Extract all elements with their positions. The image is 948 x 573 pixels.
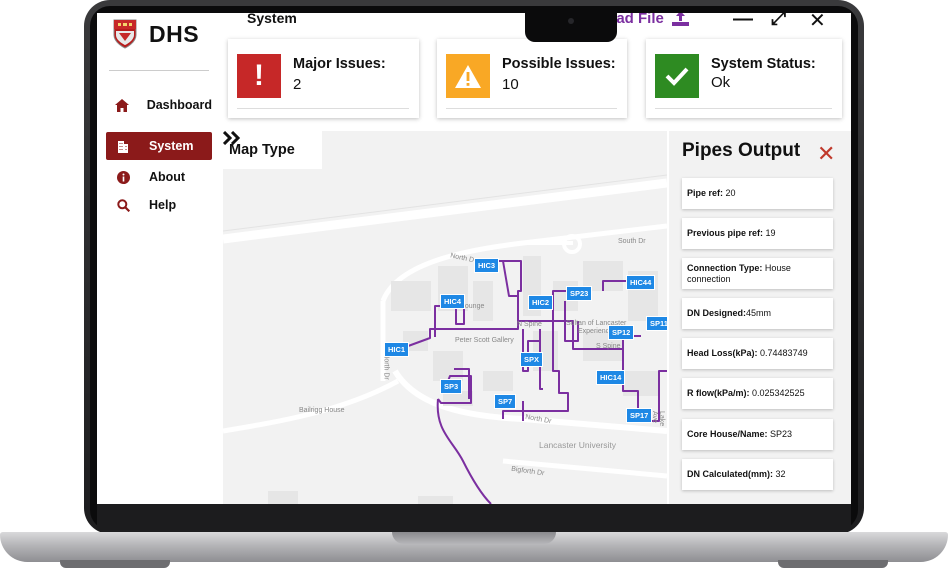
pipes-output-title: Pipes Output bbox=[682, 140, 801, 161]
card-divider bbox=[655, 108, 832, 109]
pipe-field-label: R flow(kPa/m): bbox=[687, 388, 750, 398]
pipe-field-value: 20 bbox=[723, 188, 736, 198]
network-map[interactable]: Map Type South Dr North Dr Lounge N Spin… bbox=[223, 131, 667, 504]
map-node-sp11[interactable]: SP11 bbox=[646, 316, 667, 331]
card-divider bbox=[446, 108, 617, 109]
map-node-hic4[interactable]: HIC4 bbox=[440, 294, 466, 309]
card-divider bbox=[237, 108, 409, 109]
map-node-hic44[interactable]: HIC44 bbox=[626, 275, 656, 290]
pipe-field-value: 19 bbox=[763, 228, 776, 238]
pipe-field-label: DN Calculated(mm): bbox=[687, 469, 774, 479]
map-label: Lancaster University bbox=[539, 440, 617, 450]
map-node-sp12[interactable]: SP12 bbox=[608, 325, 635, 340]
app-screen: DHS Dashboard System About Help System U… bbox=[97, 13, 851, 504]
sidebar: DHS Dashboard System About Help bbox=[97, 13, 223, 504]
error-icon: ! bbox=[237, 54, 281, 98]
map-node-hic1[interactable]: HIC1 bbox=[384, 342, 410, 357]
map-label: Peter Scott Gallery bbox=[455, 337, 514, 344]
map-node-sp17[interactable]: SP17 bbox=[626, 408, 653, 423]
sidebar-item-label: About bbox=[149, 170, 186, 184]
pipe-output-row: DN Calculated(mm): 32 bbox=[682, 459, 833, 490]
page-title: System bbox=[247, 13, 297, 26]
sidebar-item-help[interactable]: Help bbox=[106, 191, 212, 219]
minimize-button[interactable]: — bbox=[733, 13, 753, 31]
map-label: North Dr bbox=[382, 353, 390, 380]
sidebar-divider bbox=[109, 70, 209, 71]
camera-dot bbox=[568, 18, 574, 24]
pipe-output-row: DN Designed:45mm bbox=[682, 298, 833, 329]
possible-issues-value: 10 bbox=[502, 76, 519, 93]
pipe-field-label: Connection Type: bbox=[687, 262, 763, 273]
pipe-output-row: Previous pipe ref: 19 bbox=[682, 218, 833, 249]
map-label: N Spine bbox=[517, 321, 542, 328]
possible-issues-title: Possible Issues: bbox=[502, 56, 616, 72]
system-status-value: Ok bbox=[711, 74, 731, 91]
map-node-hic14[interactable]: HIC14 bbox=[596, 370, 626, 385]
search-icon bbox=[114, 198, 132, 212]
pipe-output-row: Connection Type: House connection bbox=[682, 258, 833, 289]
pipe-field-label: Previous pipe ref: bbox=[687, 228, 764, 238]
major-issues-value: 2 bbox=[293, 76, 302, 93]
possible-issues-card: Possible Issues: 10 bbox=[437, 39, 627, 118]
pipe-field-value: 45mm bbox=[746, 308, 772, 318]
pipes-output-panel: Pipes Output ✕ Pipe ref: 20 Previous pip… bbox=[669, 131, 851, 504]
major-issues-card: ! Major Issues: 2 bbox=[228, 39, 419, 118]
map-node-sp23[interactable]: SP23 bbox=[566, 286, 593, 301]
sidebar-item-label: Help bbox=[149, 198, 177, 212]
laptop-hinge-notch bbox=[392, 532, 556, 544]
map-label: S Spine bbox=[596, 343, 621, 350]
pipe-output-row: Core House/Name: SP23 bbox=[682, 419, 833, 450]
map-label: South Dr bbox=[618, 238, 646, 245]
major-issues-title: Major Issues: bbox=[293, 56, 386, 72]
map-node-hic2[interactable]: HIC2 bbox=[528, 295, 554, 310]
pipe-field-label: Core House/Name: bbox=[687, 429, 768, 439]
laptop-foot-right bbox=[778, 560, 888, 568]
warning-icon bbox=[446, 54, 490, 98]
map-label: Lake Ave bbox=[651, 411, 665, 427]
system-status-title: System Status: bbox=[711, 56, 816, 72]
map-type-button[interactable]: Map Type bbox=[223, 131, 322, 169]
camera-notch bbox=[525, 13, 617, 42]
crest-icon bbox=[113, 19, 137, 49]
sidebar-item-system[interactable]: System bbox=[106, 132, 212, 160]
info-icon bbox=[114, 170, 132, 184]
map-node-sp3[interactable]: SP3 bbox=[440, 379, 463, 394]
laptop-chin bbox=[97, 504, 851, 530]
upload-icon bbox=[671, 13, 689, 26]
double-chevron-right-icon bbox=[223, 131, 241, 145]
pipe-field-label: DN Designed: bbox=[687, 308, 747, 318]
pipe-output-row: R flow(kPa/m): 0.025342525 bbox=[682, 378, 833, 409]
pipe-output-row: Head Loss(kPa): 0.74483749 bbox=[682, 338, 833, 369]
pipe-output-row: Pipe ref: 20 bbox=[682, 178, 833, 209]
map-node-spx[interactable]: SPX bbox=[520, 352, 544, 367]
system-status-card: System Status: Ok bbox=[646, 39, 842, 118]
logo[interactable]: DHS bbox=[113, 19, 199, 49]
sidebar-item-label: System bbox=[149, 139, 194, 153]
building-icon bbox=[114, 139, 132, 153]
sidebar-item-label: Dashboard bbox=[146, 98, 212, 112]
close-panel-button[interactable]: ✕ bbox=[817, 141, 835, 167]
home-icon bbox=[114, 98, 130, 112]
pipe-field-value: 0.025342525 bbox=[749, 388, 805, 398]
map-node-sp7[interactable]: SP7 bbox=[494, 394, 517, 409]
logo-text: DHS bbox=[149, 20, 200, 47]
pipe-field-label: Pipe ref: bbox=[687, 188, 724, 198]
close-window-button[interactable]: ✕ bbox=[809, 13, 826, 33]
pipe-field-label: Head Loss(kPa): bbox=[687, 348, 758, 358]
check-icon bbox=[655, 54, 699, 98]
map-node-hic3[interactable]: HIC3 bbox=[474, 258, 500, 273]
pipe-field-value: SP23 bbox=[767, 429, 793, 439]
pipe-field-value: 0.74483749 bbox=[757, 348, 808, 358]
pipe-field-value: 32 bbox=[773, 469, 786, 479]
map-label: Bailrigg House bbox=[299, 407, 345, 414]
sidebar-item-dashboard[interactable]: Dashboard bbox=[106, 91, 212, 119]
maximize-button[interactable]: ⤢ bbox=[771, 13, 786, 30]
sidebar-item-about[interactable]: About bbox=[106, 163, 212, 191]
laptop-foot-left bbox=[60, 560, 170, 568]
